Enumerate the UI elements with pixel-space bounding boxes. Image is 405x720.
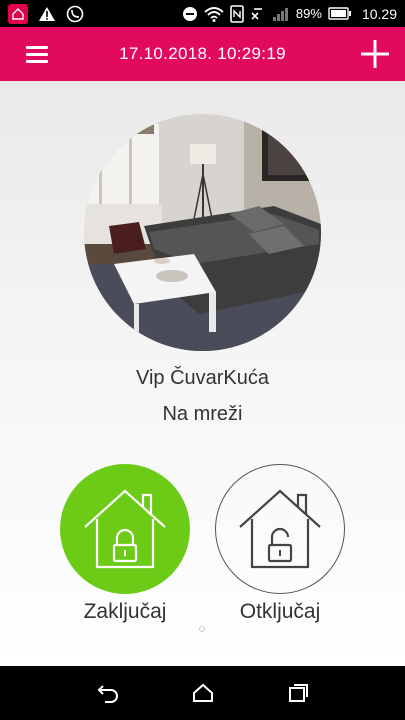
room-photo: [84, 114, 321, 351]
battery-percent: 89%: [295, 6, 322, 21]
no-sim-icon: [250, 5, 266, 23]
back-icon[interactable]: [94, 679, 122, 707]
status-bar-right: 89% 10.29: [182, 4, 397, 23]
lock-button[interactable]: [60, 464, 190, 594]
status-bar: 89% 10.29: [0, 0, 405, 27]
status-bar-left: [8, 3, 84, 24]
main-content: Vip ČuvarKuća Na mreži Zaključaj Otključ…: [0, 81, 405, 666]
lock-button-label[interactable]: Zaključaj: [55, 600, 195, 624]
home-icon[interactable]: [189, 679, 217, 707]
status-clock: 10.29: [361, 5, 397, 22]
battery-icon: [328, 7, 352, 20]
warning-icon: [38, 6, 56, 22]
plus-icon[interactable]: [359, 38, 391, 70]
wifi-icon: [204, 6, 224, 22]
do-not-disturb-icon: [182, 6, 198, 22]
recents-icon[interactable]: [284, 679, 312, 707]
device-status: Na mreži: [162, 403, 243, 425]
unlock-button-label[interactable]: Otključaj: [210, 600, 350, 624]
hamburger-menu-icon[interactable]: [26, 43, 50, 65]
page-indicator-dot: [199, 626, 205, 632]
current-datetime: 17.10.2018. 10:29:19: [119, 44, 286, 63]
locked-house-icon: [84, 489, 166, 569]
app-bar: 17.10.2018. 10:29:19: [0, 27, 405, 81]
unlocked-house-icon: [239, 489, 321, 569]
unlock-button[interactable]: [215, 464, 345, 594]
viber-icon: [66, 5, 84, 23]
navigation-bar: [0, 666, 405, 720]
app-notification-icon: [8, 3, 28, 24]
device-name: Vip ČuvarKuća: [135, 367, 270, 389]
nfc-icon: [230, 4, 244, 23]
signal-icon: [272, 6, 290, 22]
